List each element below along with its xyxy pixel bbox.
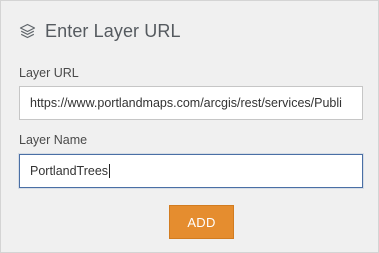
panel-title: Enter Layer URL xyxy=(45,20,181,41)
text-caret xyxy=(109,164,111,178)
layers-icon xyxy=(19,23,36,40)
layer-name-label: Layer Name xyxy=(19,133,88,147)
layer-name-value: PortlandTrees xyxy=(30,164,109,178)
enter-layer-url-panel: Enter Layer URL Layer URL https://www.po… xyxy=(0,0,379,253)
layer-url-label: Layer URL xyxy=(19,66,79,80)
layer-url-input[interactable]: https://www.portlandmaps.com/arcgis/rest… xyxy=(19,86,363,120)
layer-url-value: https://www.portlandmaps.com/arcgis/rest… xyxy=(30,96,342,110)
add-button[interactable]: ADD xyxy=(169,205,234,239)
layer-name-input[interactable]: PortlandTrees xyxy=(19,154,363,188)
panel-header: Enter Layer URL xyxy=(19,19,181,43)
